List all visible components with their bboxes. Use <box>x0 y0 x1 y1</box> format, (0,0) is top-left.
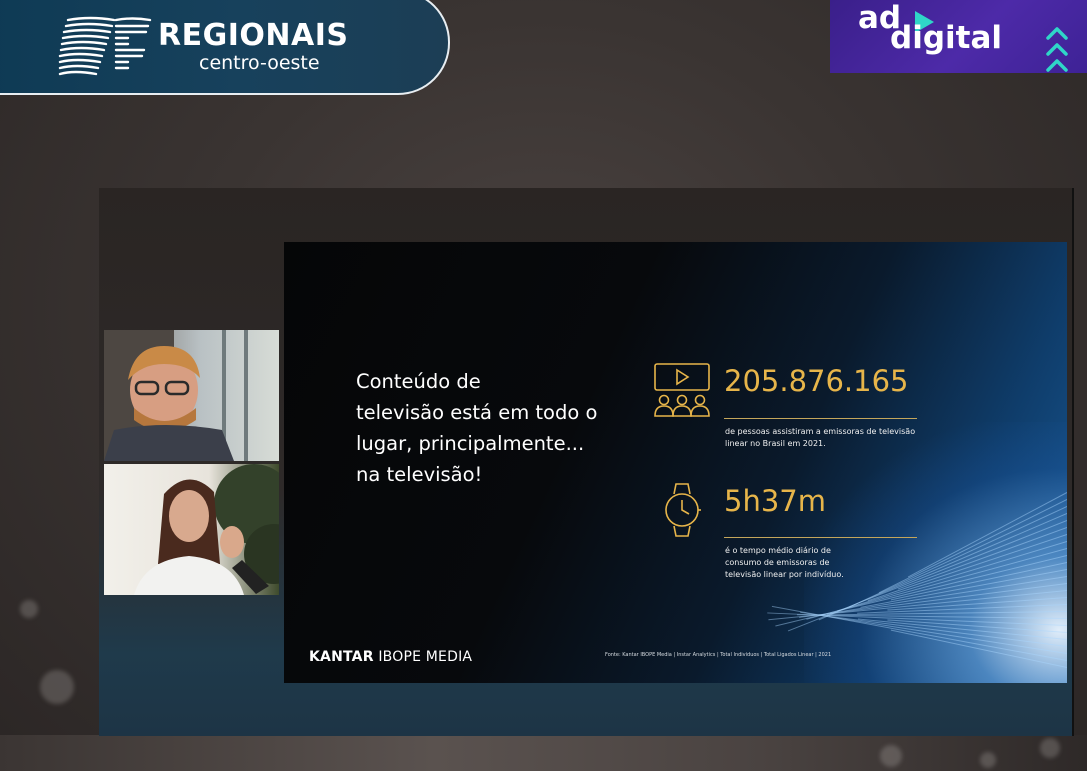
stat-description-audience: de pessoas assistiram a emissoras de tel… <box>725 426 945 450</box>
stat-description-line: é o tempo médio diário de <box>725 546 831 555</box>
stat-description-line: consumo de emissoras de <box>725 558 830 567</box>
video-frame-edge <box>1072 188 1074 736</box>
stat-description-line: televisão linear por indivíduo. <box>725 570 844 579</box>
headline-line: Conteúdo de <box>356 370 481 393</box>
brand-word-bottom: digital <box>890 20 1002 56</box>
stat-value-daily-time: 5h37m <box>724 484 826 518</box>
event-title: REGIONAIS <box>158 18 349 53</box>
wristwatch-icon <box>665 483 701 537</box>
kantar-logo-light: IBOPE MEDIA <box>373 649 473 665</box>
stage-floor <box>0 735 1087 771</box>
headline-line: televisão está em todo o <box>356 401 598 424</box>
participant-2-figure <box>134 464 279 595</box>
participant-1-figure <box>104 330 248 461</box>
kantar-logo-strong: KANTAR <box>309 649 374 665</box>
stat-description-daily-time: é o tempo médio diário de consumo de emi… <box>725 545 945 581</box>
bokeh-light <box>880 745 902 767</box>
stat-description-line: de pessoas assistiram a emissoras de tel… <box>725 427 916 436</box>
stat-divider <box>724 537 917 538</box>
stat-description-line: linear no Brasil em 2021. <box>725 439 826 448</box>
bokeh-light <box>980 752 996 768</box>
stat-divider <box>724 418 917 419</box>
ad-digital-brand: ad digital <box>830 0 1087 73</box>
triple-chevron-up-icon <box>1046 27 1068 72</box>
newspaper-lines-icon <box>58 16 152 76</box>
event-subtitle: centro-oeste <box>199 52 320 74</box>
bokeh-light <box>20 600 38 618</box>
participant-video-2 <box>104 464 279 595</box>
bokeh-light <box>1040 738 1060 758</box>
headline-line: lugar, principalmente... <box>356 432 585 455</box>
headline-line: na televisão! <box>356 463 483 486</box>
bokeh-light <box>40 670 74 704</box>
slide-headline: Conteúdo de televisão está em todo o lug… <box>356 366 636 490</box>
participant-video-1 <box>104 330 279 461</box>
video-audience-icon <box>654 363 710 417</box>
slide-source-footnote: Fonte: Kantar IBOPE Media | Instar Analy… <box>605 652 832 658</box>
stat-value-audience: 205.876.165 <box>724 364 909 398</box>
kantar-ibope-logo: KANTAR IBOPE MEDIA <box>309 649 472 665</box>
presentation-slide: Conteúdo de televisão está em todo o lug… <box>284 242 1067 683</box>
